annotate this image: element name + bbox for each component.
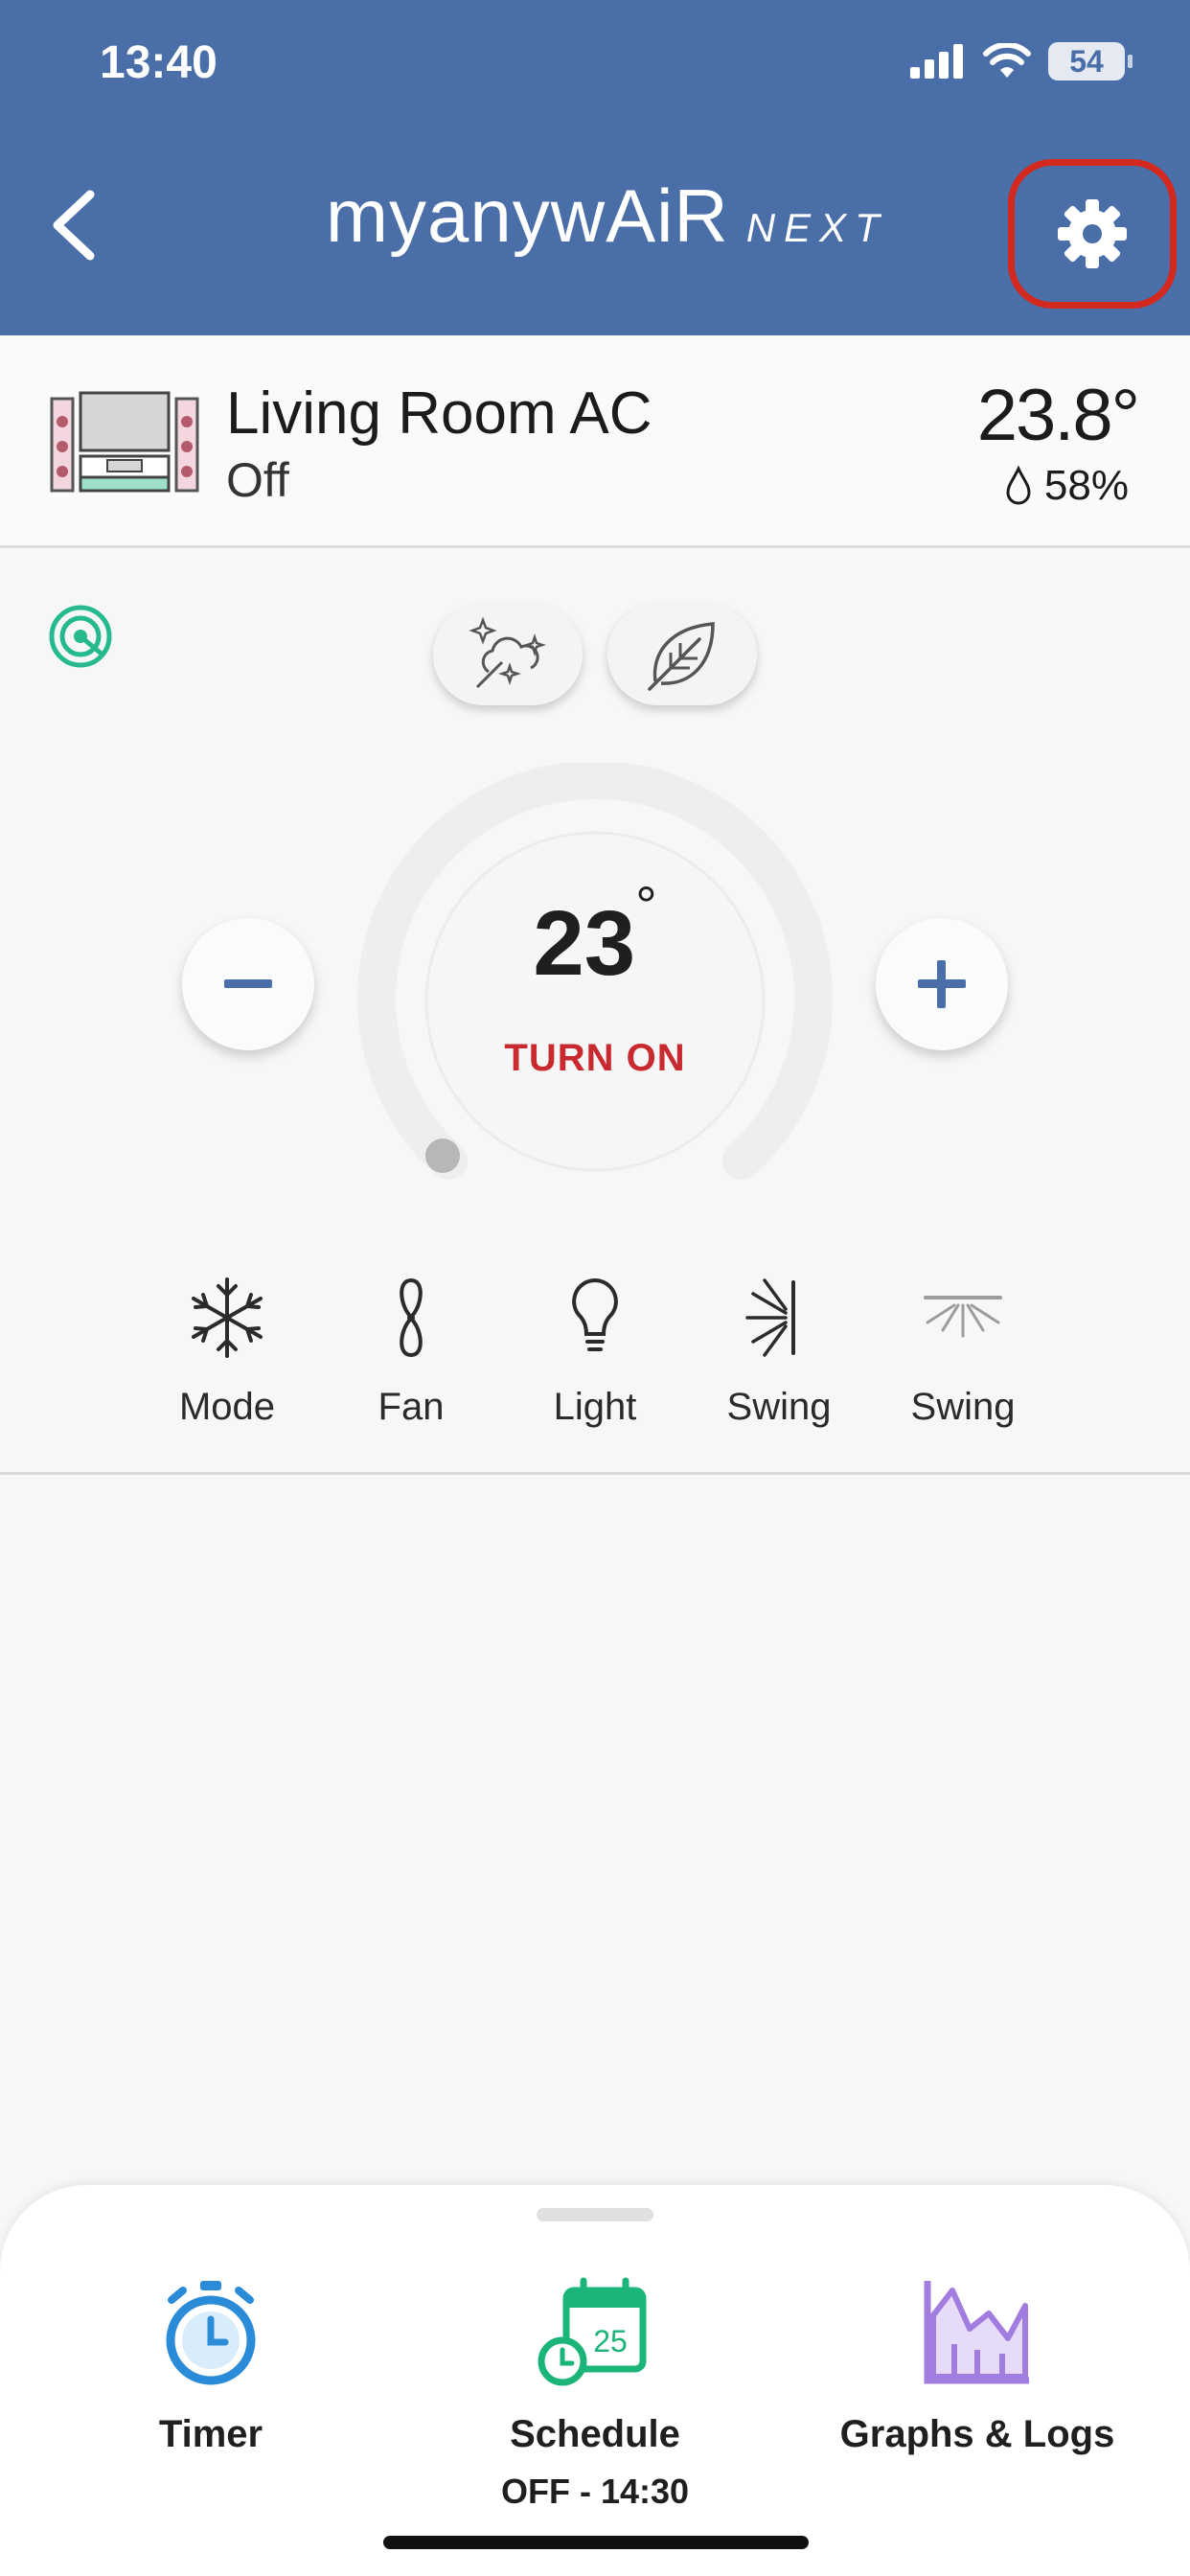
light-label: Light — [553, 1386, 637, 1428]
eco-leaf-button[interactable] — [607, 604, 757, 705]
lightbulb-icon — [572, 1277, 618, 1351]
increase-temperature-button[interactable] — [876, 918, 1008, 1050]
stopwatch-icon — [166, 2281, 256, 2385]
sparkle-cloud-icon — [469, 616, 546, 689]
quick-actions-row: Mode Fan Light Swing Swing — [0, 1275, 1190, 1466]
leaf-icon — [648, 622, 715, 691]
home-indicator[interactable] — [383, 2536, 809, 2549]
dial-handle — [425, 1138, 460, 1173]
status-time: 13:40 — [100, 37, 217, 88]
target-icon[interactable] — [48, 604, 113, 669]
timer-label: Timer — [158, 2413, 263, 2455]
app-header: 13:40 54 myanywAiR NEXT — [0, 0, 1190, 335]
device-state: Off — [226, 453, 289, 507]
timer-button[interactable]: Timer — [105, 2277, 316, 2456]
chart-icon — [924, 2281, 1029, 2384]
current-temperature: 23.8° — [976, 375, 1140, 456]
wifi-icon — [983, 43, 1031, 78]
mode-label: Mode — [178, 1386, 276, 1428]
device-name: Living Room AC — [226, 380, 652, 447]
sheet-drag-handle[interactable] — [537, 2208, 653, 2221]
bottom-sheet[interactable]: Timer 25 Schedule OFF - 14:30 Graphs & L… — [0, 2185, 1190, 2576]
humidity-value: 58% — [1043, 462, 1129, 509]
setpoint-degree: ° — [635, 875, 657, 935]
mode-button[interactable]: Mode — [136, 1275, 318, 1429]
horizontal-swing-label: Swing — [910, 1386, 1016, 1428]
magic-cloud-button[interactable] — [433, 604, 583, 705]
device-summary[interactable]: Living Room AC Off 23.8° 58% — [0, 335, 1190, 548]
signal-icon — [910, 44, 963, 79]
back-button[interactable] — [46, 187, 103, 264]
schedule-label: Schedule — [510, 2413, 680, 2455]
schedule-button[interactable]: 25 Schedule OFF - 14:30 — [461, 2277, 729, 2512]
brand-main: myanywAiR — [326, 173, 729, 258]
graphs-logs-label: Graphs & Logs — [839, 2413, 1115, 2455]
turn-on-button[interactable]: TURN ON — [450, 1037, 740, 1080]
horizontal-swing-icon — [924, 1296, 1002, 1338]
settings-button[interactable] — [1008, 159, 1177, 309]
battery-icon: 54 — [1048, 42, 1133, 80]
setpoint-value: 23 — [533, 892, 636, 995]
humidity-readout: 58% — [1004, 462, 1129, 510]
living-room-icon — [50, 391, 199, 493]
light-button[interactable]: Light — [504, 1275, 686, 1429]
vertical-swing-button[interactable]: Swing — [688, 1275, 870, 1429]
status-icons: 54 — [910, 42, 1133, 80]
fan-label: Fan — [378, 1386, 445, 1428]
fan-button[interactable]: Fan — [320, 1275, 502, 1429]
water-drop-icon — [1006, 466, 1031, 505]
snowflake-icon — [192, 1277, 263, 1358]
chevron-left-icon — [53, 190, 95, 261]
section-divider — [0, 1472, 1190, 1475]
app-logo: myanywAiR NEXT — [326, 172, 888, 268]
minus-icon — [224, 979, 272, 988]
schedule-status: OFF - 14:30 — [500, 2472, 690, 2511]
decrease-temperature-button[interactable] — [182, 918, 314, 1050]
gear-icon — [1058, 199, 1127, 268]
vertical-swing-label: Swing — [726, 1386, 832, 1428]
calendar-icon: 25 — [538, 2277, 647, 2386]
graphs-logs-button[interactable]: Graphs & Logs — [824, 2277, 1131, 2456]
plus-icon — [918, 960, 966, 1008]
horizontal-swing-button[interactable]: Swing — [872, 1275, 1054, 1429]
calendar-day: 25 — [593, 2324, 628, 2358]
vertical-swing-icon — [745, 1278, 795, 1357]
setpoint-temperature: 23° — [479, 875, 711, 997]
brand-next: NEXT — [745, 205, 888, 250]
fan-blade-icon — [400, 1277, 423, 1358]
